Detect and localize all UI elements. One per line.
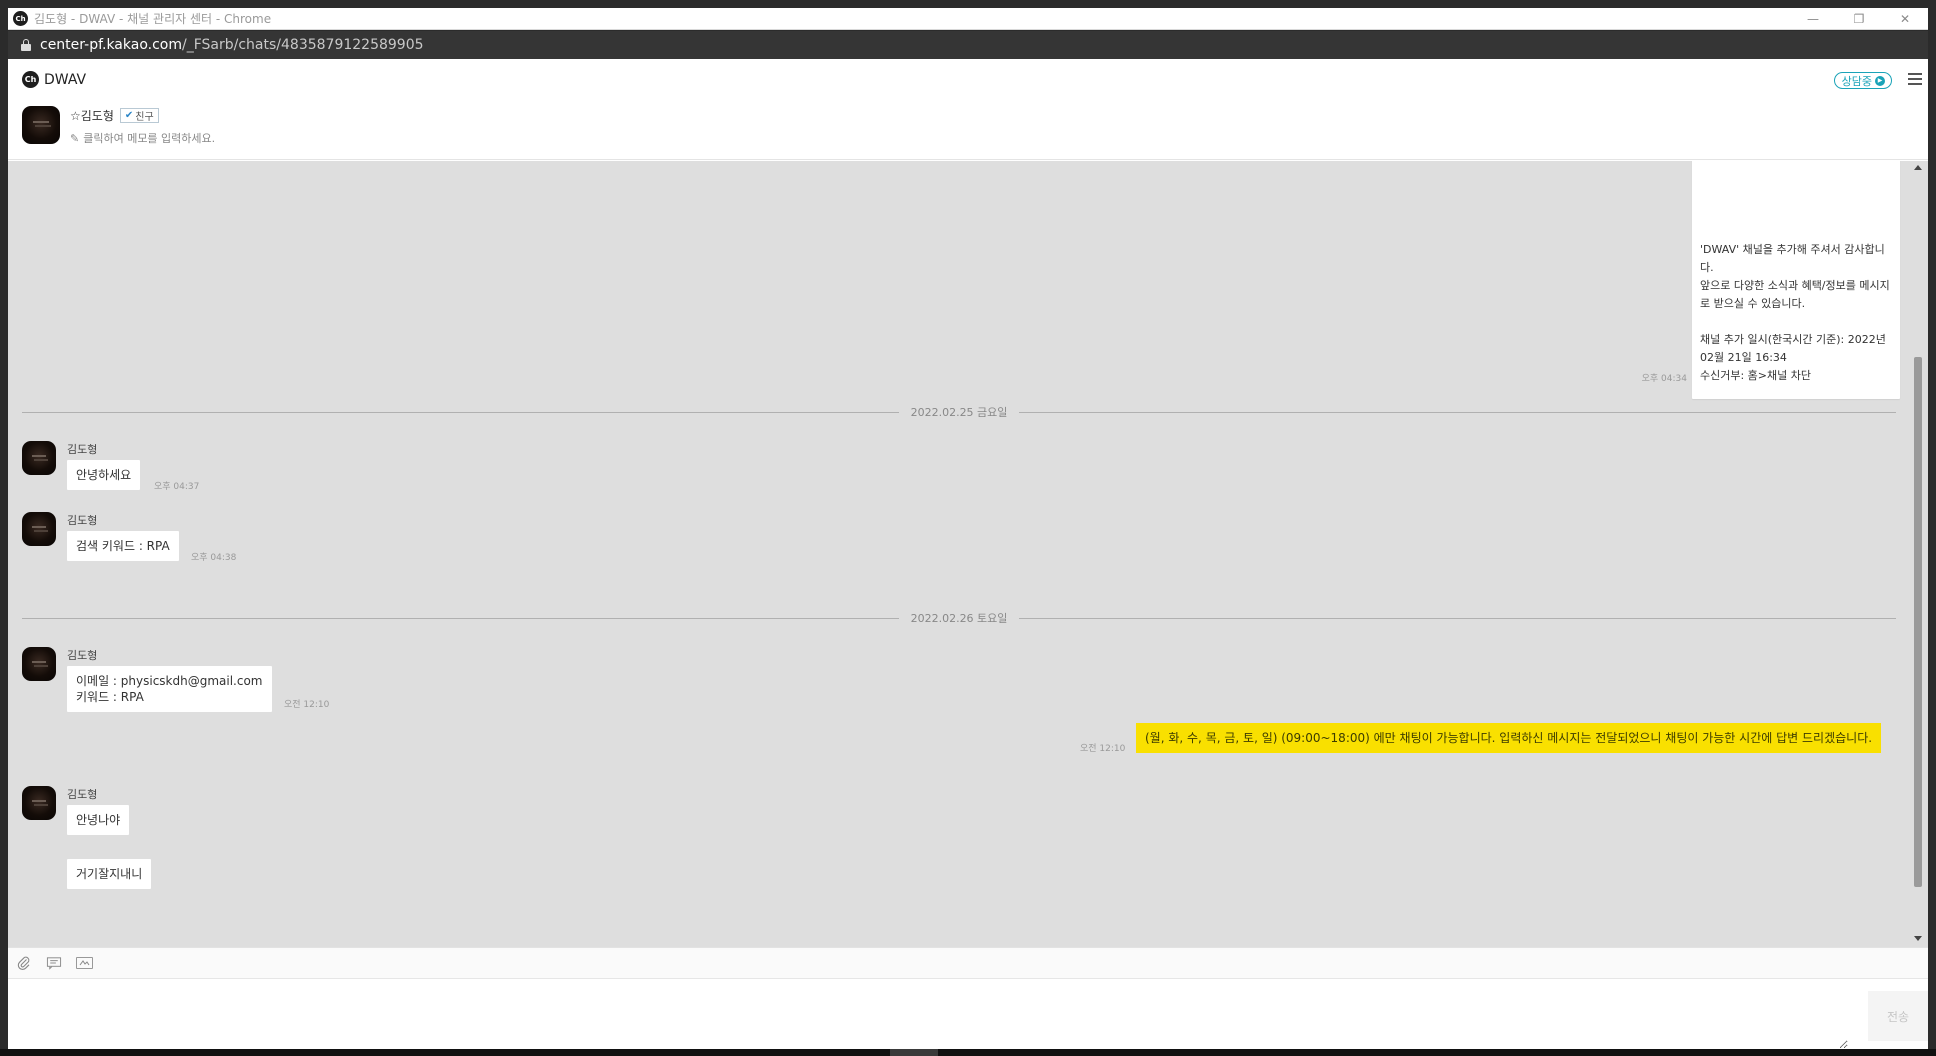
avatar[interactable]: [22, 106, 60, 144]
window-controls: — ❐ ✕: [1790, 8, 1928, 30]
message-bubble: 거기잘지내니: [67, 859, 152, 889]
channel-logo-icon: Ch: [22, 71, 39, 88]
message-time: 오후 04:34: [1641, 374, 1687, 384]
minimize-button[interactable]: —: [1790, 8, 1836, 30]
url-host: center-pf.kakao.com: [40, 37, 182, 53]
message-bubble: 안녕나야: [67, 805, 130, 835]
sender-name: 김도형: [67, 514, 98, 527]
memo-field[interactable]: ✎ 클릭하여 메모를 입력하세요.: [70, 130, 215, 146]
avatar[interactable]: [22, 441, 56, 475]
date-divider: 2022.02.25 금요일: [22, 404, 1896, 420]
address-bar[interactable]: center-pf.kakao.com/_FSarb/chats/4835879…: [8, 31, 1928, 59]
paperclip-icon[interactable]: [16, 956, 32, 970]
friend-label: 친구: [135, 111, 154, 123]
auto-reply-bubble: (월, 화, 수, 목, 금, 토, 일) (09:00~18:00) 에만 채…: [1136, 723, 1882, 753]
window-title: 김도형 - DWAV - 채널 관리자 센터 - Chrome: [34, 12, 272, 26]
channel-name: DWAV: [44, 71, 87, 88]
channel-logo-icon: Ch: [13, 11, 28, 26]
browser-window: Ch 김도형 - DWAV - 채널 관리자 센터 - Chrome — ❐ ✕…: [0, 0, 1936, 1056]
avatar[interactable]: [22, 512, 56, 546]
lock-icon: [21, 39, 31, 51]
avatar[interactable]: [22, 647, 56, 681]
message-bubble: 안녕하세요: [67, 460, 141, 490]
title-bar: Ch 김도형 - DWAV - 채널 관리자 센터 - Chrome — ❐ ✕: [8, 8, 1928, 30]
hamburger-icon[interactable]: [1908, 73, 1922, 85]
sender-name: 김도형: [67, 649, 98, 662]
message-time: 오후 04:38: [191, 553, 237, 563]
message-input[interactable]: [8, 979, 1848, 1049]
image-box-icon[interactable]: [76, 957, 93, 969]
message-time: 오전 12:10: [284, 700, 330, 710]
sender-name: 김도형: [67, 788, 98, 801]
customer-name[interactable]: ☆김도형: [70, 107, 114, 124]
date-label: 2022.02.25 금요일: [910, 406, 1008, 419]
chat-scrollbar[interactable]: [1912, 161, 1924, 947]
url-path: /_FSarb/chats/4835879122589905: [182, 37, 424, 53]
restore-button[interactable]: ❐: [1836, 8, 1882, 30]
check-icon: ✔: [124, 109, 134, 121]
chat-messages[interactable]: 'DWAV' 채널을 추가해 주셔서 감사합니다. 앞으로 다양한 소식과 혜택…: [8, 161, 1928, 947]
composer-toolbar: [8, 947, 1928, 979]
send-button[interactable]: 전송: [1868, 991, 1928, 1041]
status-label: 상담중: [1841, 74, 1872, 88]
message-time: 오후 04:37: [154, 482, 200, 492]
channel-brand: Ch DWAV: [22, 71, 86, 88]
sender-name: 김도형: [67, 443, 98, 456]
message-template-icon[interactable]: [46, 956, 62, 970]
scrollbar-thumb[interactable]: [1914, 357, 1922, 887]
message-time: 오전 12:10: [1080, 744, 1126, 754]
date-label: 2022.02.26 토요일: [910, 612, 1008, 625]
welcome-message-bubble: 'DWAV' 채널을 추가해 주셔서 감사합니다. 앞으로 다양한 소식과 혜택…: [1692, 161, 1900, 399]
chat-app: Ch DWAV 상담중 ▶ ☆김도형 ✔ 친구 ✎ 클릭하여 메모를 입력하세요…: [8, 59, 1928, 1049]
avatar[interactable]: [22, 786, 56, 820]
play-arrow-icon: ▶: [1875, 75, 1885, 86]
customer-profile: ☆김도형 ✔ 친구 ✎ 클릭하여 메모를 입력하세요.: [22, 106, 215, 146]
pencil-icon: ✎: [70, 131, 80, 145]
message-bubble: 검색 키워드 : RPA: [67, 531, 179, 561]
taskbar-active-app[interactable]: [890, 1049, 938, 1056]
scroll-up-icon[interactable]: [1914, 165, 1922, 170]
message-bubble: 이메일 : physicskdh@gmail.com 키워드 : RPA: [67, 666, 272, 712]
memo-placeholder: 클릭하여 메모를 입력하세요.: [83, 132, 216, 145]
chat-header: Ch DWAV 상담중 ▶ ☆김도형 ✔ 친구 ✎ 클릭하여 메모를 입력하세요…: [8, 59, 1928, 160]
date-divider: 2022.02.26 토요일: [22, 610, 1896, 626]
scroll-down-icon[interactable]: [1914, 936, 1922, 941]
os-taskbar: [0, 1049, 1936, 1056]
friend-badge: ✔ 친구: [119, 107, 159, 123]
close-button[interactable]: ✕: [1882, 8, 1928, 30]
consultation-status-button[interactable]: 상담중 ▶: [1833, 72, 1892, 89]
